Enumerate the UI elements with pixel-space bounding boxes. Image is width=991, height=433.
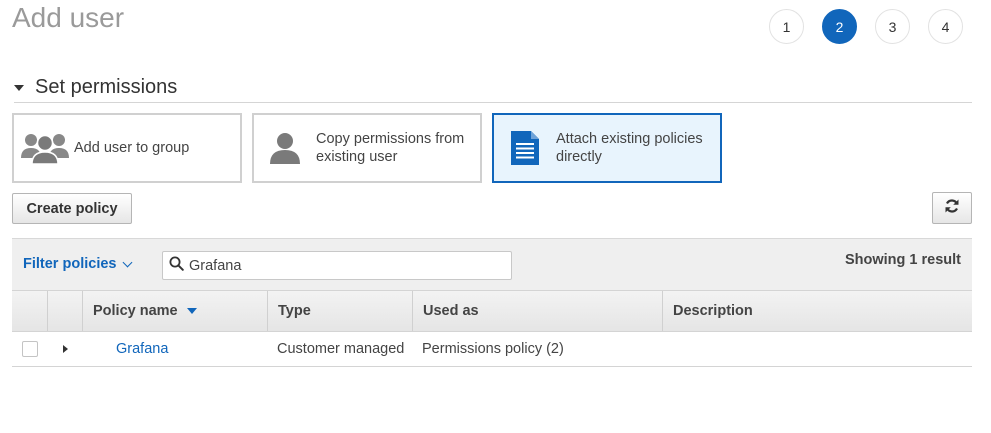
option-copy-permissions[interactable]: Copy permissions from existing user: [252, 113, 482, 183]
row-checkbox[interactable]: [22, 341, 38, 357]
column-label: Policy name: [93, 303, 178, 319]
filter-label: Filter policies: [23, 256, 117, 272]
row-expand-cell: [47, 345, 82, 353]
refresh-icon: [944, 198, 960, 218]
step-4[interactable]: 4: [928, 9, 963, 44]
filter-bar: Filter policies Showing 1 result: [12, 238, 972, 290]
option-attach-policies[interactable]: Attach existing policies directly: [492, 113, 722, 183]
column-header-policy-name[interactable]: Policy name: [82, 291, 267, 331]
step-2-active[interactable]: 2: [822, 9, 857, 44]
row-select-cell: [12, 341, 47, 357]
caret-down-icon: [14, 85, 24, 91]
refresh-button[interactable]: [932, 192, 972, 224]
column-header-description[interactable]: Description: [662, 291, 972, 331]
result-count: Showing 1 result: [844, 252, 961, 268]
row-type-cell: Customer managed: [277, 341, 405, 357]
row-used-as-cell: Permissions policy (2): [422, 341, 564, 357]
create-policy-button[interactable]: Create policy: [12, 193, 132, 224]
policy-name-link[interactable]: Grafana: [116, 341, 168, 357]
sort-descending-icon[interactable]: [186, 308, 197, 314]
user-icon: [254, 132, 316, 164]
document-icon: [494, 131, 556, 165]
header-select: [12, 291, 47, 331]
option-label: Attach existing policies directly: [556, 131, 703, 165]
section-title: Set permissions: [35, 76, 178, 98]
set-permissions-header[interactable]: Set permissions: [14, 73, 972, 103]
search-box[interactable]: [162, 251, 512, 280]
chevron-down-icon: [123, 257, 133, 267]
caret-right-icon[interactable]: [63, 345, 68, 353]
filter-policies-dropdown[interactable]: Filter policies: [23, 256, 133, 272]
step-1[interactable]: 1: [769, 9, 804, 44]
option-add-user-to-group[interactable]: Add user to group: [12, 113, 242, 183]
header-expand: [47, 291, 82, 331]
search-icon: [169, 256, 184, 276]
wizard-steps: 1 2 3 4: [769, 9, 963, 44]
column-header-type[interactable]: Type: [267, 291, 412, 331]
option-label: Copy permissions from existing user: [316, 131, 465, 165]
row-name-cell: Grafana: [82, 341, 267, 357]
search-input[interactable]: [189, 257, 489, 274]
step-3[interactable]: 3: [875, 9, 910, 44]
page-title: Add user: [12, 2, 125, 33]
column-header-used-as[interactable]: Used as: [412, 291, 662, 331]
policies-table: Filter policies Showing 1 result Policy …: [12, 238, 972, 367]
table-header: Policy name Type Used as Description: [12, 290, 972, 332]
table-row[interactable]: Grafana Customer managed Permissions pol…: [12, 332, 972, 367]
option-label: Add user to group: [74, 140, 190, 156]
group-icon: [14, 131, 76, 165]
